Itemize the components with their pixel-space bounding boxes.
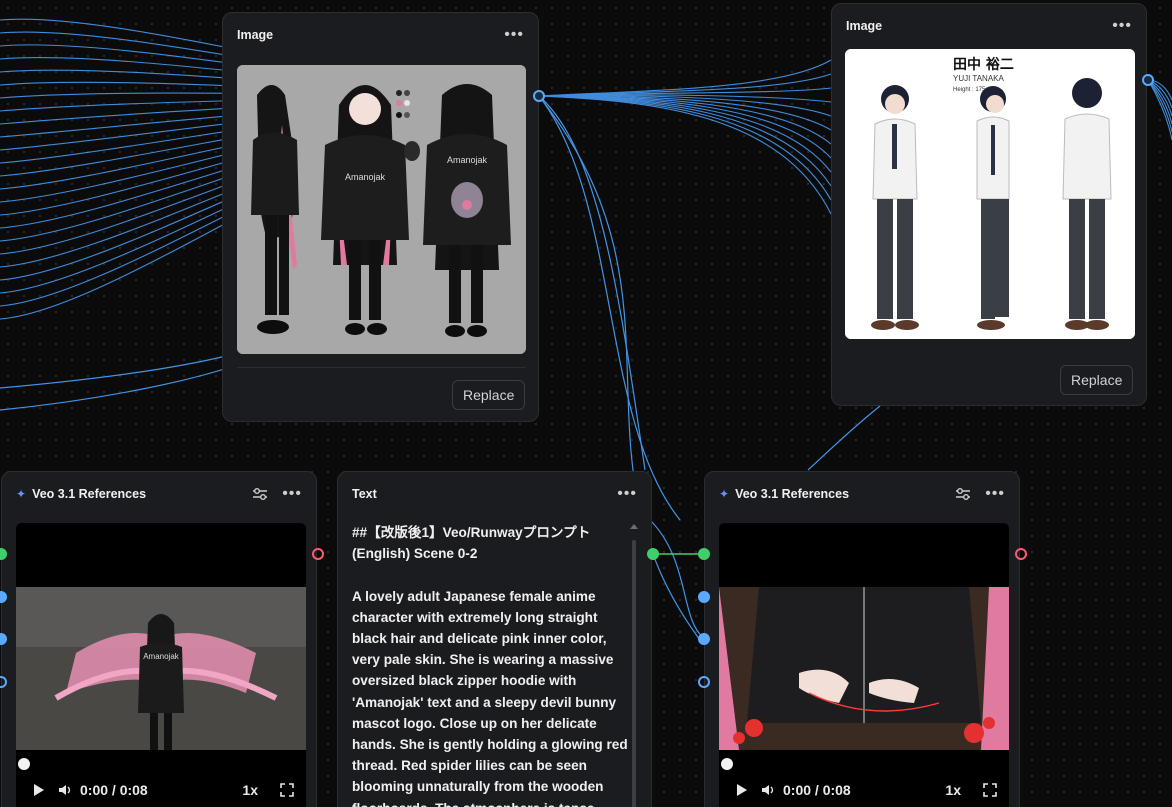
- more-dots-icon[interactable]: •••: [985, 486, 1005, 502]
- replace-button[interactable]: Replace: [1060, 365, 1134, 395]
- veo-right-input-port-3[interactable]: [698, 633, 710, 645]
- header-actions: •••: [252, 486, 302, 502]
- sparkle-icon: ✦: [719, 487, 730, 501]
- more-dots-icon[interactable]: •••: [1112, 18, 1132, 34]
- fullscreen-icon[interactable]: [983, 783, 997, 797]
- sparkle-icon: ✦: [16, 487, 27, 501]
- node-divider: [237, 367, 526, 368]
- veo-references-node-right[interactable]: ✦ Veo 3.1 References ••• 0:00 / 0:08 1x: [704, 471, 1020, 807]
- scroll-thumb[interactable]: [632, 540, 636, 807]
- node-title: Image: [846, 19, 883, 33]
- character-sheet-illustration: 田中 裕二 YUJI TANAKA Height : 175cm: [845, 49, 1135, 339]
- image-node-left[interactable]: Image ••• Amanojak Amanojak Replace: [222, 12, 539, 422]
- play-icon[interactable]: [34, 784, 44, 796]
- connection-wire: [538, 95, 832, 201]
- veo-right-input-port-1[interactable]: [698, 548, 710, 560]
- replace-button[interactable]: Replace: [452, 380, 526, 410]
- volume-icon[interactable]: [761, 784, 775, 796]
- video-controls[interactable]: 0:00 / 0:08 1x: [16, 754, 306, 807]
- time-display: 0:00 / 0:08: [80, 782, 148, 798]
- progress-knob[interactable]: [18, 758, 30, 770]
- node-header[interactable]: ✦ Veo 3.1 References •••: [705, 472, 1019, 516]
- connection-wire: [538, 95, 832, 187]
- veo-left-output-port[interactable]: [312, 548, 324, 560]
- playback-speed[interactable]: 1x: [945, 782, 961, 798]
- sliders-icon[interactable]: [252, 487, 268, 501]
- node-header[interactable]: Text •••: [338, 472, 651, 516]
- node-title-label: Veo 3.1 References: [735, 487, 850, 501]
- image-right-output-port[interactable]: [1142, 74, 1154, 86]
- node-title: Image: [237, 28, 274, 42]
- play-icon[interactable]: [737, 784, 747, 796]
- node-title-label: Veo 3.1 References: [32, 487, 147, 501]
- svg-text:Amanojak: Amanojak: [447, 155, 488, 165]
- sheet-title: 田中 裕二: [953, 56, 1014, 73]
- veo-right-output-port[interactable]: [1015, 548, 1027, 560]
- control-row: 0:00 / 0:08 1x: [719, 778, 1009, 802]
- more-dots-icon[interactable]: •••: [504, 27, 524, 43]
- svg-text:Amanojak: Amanojak: [345, 172, 386, 182]
- text-node[interactable]: Text ••• ##【改版後1】Veo/Runwayプロンプト (Englis…: [337, 471, 652, 807]
- header-actions: •••: [955, 486, 1005, 502]
- prompt-text[interactable]: ##【改版後1】Veo/Runwayプロンプト (English) Scene …: [352, 522, 630, 807]
- progress-knob[interactable]: [721, 758, 733, 770]
- veo-references-node-left[interactable]: ✦ Veo 3.1 References ••• Amanojak 0:00 /…: [1, 471, 317, 807]
- node-title: ✦ Veo 3.1 References: [719, 487, 849, 501]
- connection-wire: [1147, 79, 1172, 141]
- sliders-icon[interactable]: [955, 487, 971, 501]
- node-header[interactable]: ✦ Veo 3.1 References •••: [2, 472, 316, 516]
- control-row: 0:00 / 0:08 1x: [16, 778, 306, 802]
- text-output-port[interactable]: [647, 548, 659, 560]
- sheet-subtitle: YUJI TANAKA: [953, 74, 1004, 83]
- node-title: ✦ Veo 3.1 References: [16, 487, 146, 501]
- connection-wire: [538, 95, 832, 173]
- character-sheet-image: Amanojak Amanojak: [237, 65, 526, 354]
- scrollbar[interactable]: [630, 524, 638, 807]
- image-left-output-port[interactable]: [533, 90, 545, 102]
- video-controls[interactable]: 0:00 / 0:08 1x: [719, 754, 1009, 807]
- connection-wire: [538, 95, 832, 159]
- node-header[interactable]: Image •••: [832, 4, 1146, 48]
- fullscreen-icon[interactable]: [280, 783, 294, 797]
- more-dots-icon[interactable]: •••: [282, 486, 302, 502]
- veo-right-input-port-4[interactable]: [698, 676, 710, 688]
- time-display: 0:00 / 0:08: [783, 782, 851, 798]
- volume-icon[interactable]: [58, 784, 72, 796]
- scroll-up-arrow[interactable]: [630, 524, 638, 529]
- image-node-right[interactable]: Image ••• 田中 裕二 YUJI TANAKA Height : 175…: [831, 3, 1147, 406]
- character-sheet-image: 田中 裕二 YUJI TANAKA Height : 175cm: [845, 49, 1135, 339]
- playback-speed[interactable]: 1x: [242, 782, 258, 798]
- node-header[interactable]: Image •••: [223, 13, 538, 57]
- node-title: Text: [352, 487, 377, 501]
- more-dots-icon[interactable]: •••: [617, 486, 637, 502]
- veo-right-input-port-2[interactable]: [698, 591, 710, 603]
- character-sheet-illustration: Amanojak Amanojak: [237, 65, 526, 354]
- svg-text:Amanojak: Amanojak: [143, 652, 180, 661]
